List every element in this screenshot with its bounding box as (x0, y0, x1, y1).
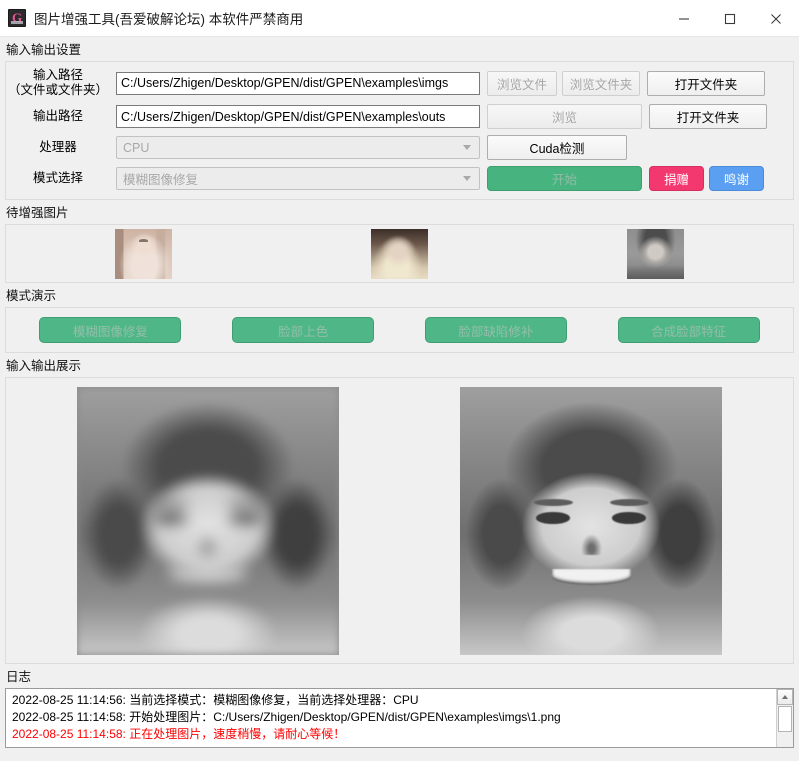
input-path-label-line2: （文件或文件夹） (6, 83, 110, 98)
minimize-button[interactable] (661, 0, 707, 37)
log-line: 2022-08-25 11:14:56: 当前选择模式：模糊图像修复，当前选择处… (12, 692, 772, 709)
output-path-field[interactable] (116, 105, 480, 128)
processor-row: 处理器 CPU Cuda检测 (6, 135, 793, 160)
main-content: 输入输出设置 输入路径 （文件或文件夹） 浏览文件 浏览文件夹 打开文件夹 输出… (0, 37, 799, 761)
browse-output-button[interactable]: 浏览 (487, 104, 642, 129)
io-display-panel (5, 377, 794, 664)
input-image-preview[interactable] (77, 387, 339, 655)
mouth (552, 569, 631, 585)
mode-value: 模糊图像修复 (117, 169, 198, 188)
browse-folder-button[interactable]: 浏览文件夹 (562, 71, 640, 96)
io-display-title: 输入输出展示 (0, 353, 799, 377)
demo-cell: 模糊图像修复 (14, 317, 207, 343)
io-settings-title: 输入输出设置 (0, 37, 799, 61)
donate-button[interactable]: 捐赠 (649, 166, 704, 191)
demo-cell: 脸部上色 (207, 317, 400, 343)
eye-left (536, 512, 570, 523)
window-title: 图片增强工具(吾爱破解论坛) 本软件严禁商用 (34, 8, 303, 28)
maximize-button[interactable] (707, 0, 753, 37)
close-icon (770, 13, 782, 25)
brow-right (226, 499, 265, 506)
output-image-detail (460, 387, 722, 655)
thumbnail-2[interactable] (371, 229, 428, 279)
demo-cell: 脸部缺陷修补 (400, 317, 593, 343)
log-panel: 2022-08-25 11:14:56: 当前选择模式：模糊图像修复，当前选择处… (5, 688, 794, 748)
log-line-error: 2022-08-25 11:14:58: 正在处理图片，速度稍慢，请耐心等候！ (12, 726, 772, 743)
input-path-field[interactable] (116, 72, 480, 95)
eye-right (612, 512, 646, 523)
log-title: 日志 (0, 664, 799, 688)
eye-right (229, 512, 263, 523)
thumbnail-cell (16, 229, 272, 279)
output-path-label: 输出路径 (6, 109, 116, 124)
image-compare-area (6, 378, 793, 663)
mode-select[interactable]: 模糊图像修复 (116, 167, 480, 190)
io-settings-form: 输入路径 （文件或文件夹） 浏览文件 浏览文件夹 打开文件夹 输出路径 浏览 打… (6, 62, 793, 199)
io-settings-panel: 输入路径 （文件或文件夹） 浏览文件 浏览文件夹 打开文件夹 输出路径 浏览 打… (5, 61, 794, 200)
demo-button-face-synthesis[interactable]: 合成脸部特征 (618, 317, 760, 343)
chevron-up-icon (782, 695, 788, 699)
mode-row: 模式选择 模糊图像修复 开始 捐赠 鸣谢 (6, 166, 793, 191)
open-input-folder-button[interactable]: 打开文件夹 (647, 71, 765, 96)
log-text-area[interactable]: 2022-08-25 11:14:56: 当前选择模式：模糊图像修复，当前选择处… (6, 689, 776, 747)
demo-button-blur-restore[interactable]: 模糊图像修复 (39, 317, 181, 343)
log-line: 2022-08-25 11:14:58: 开始处理图片：C:/Users/Zhi… (12, 709, 772, 726)
close-button[interactable] (753, 0, 799, 37)
pending-images-title: 待增强图片 (0, 200, 799, 224)
thumbnail-3[interactable] (627, 229, 684, 279)
mouth (168, 569, 247, 585)
start-button[interactable]: 开始 (487, 166, 642, 191)
nose (197, 534, 218, 555)
processor-label: 处理器 (6, 140, 116, 155)
thumbnail-cell (272, 229, 528, 279)
brow-left (150, 499, 189, 506)
cuda-detect-button[interactable]: Cuda检测 (487, 135, 627, 160)
browse-file-button[interactable]: 浏览文件 (487, 71, 557, 96)
input-path-row: 输入路径 （文件或文件夹） 浏览文件 浏览文件夹 打开文件夹 (6, 68, 793, 98)
chevron-down-icon (463, 145, 471, 150)
mode-demo-panel: 模糊图像修复 脸部上色 脸部缺陷修补 合成脸部特征 (5, 307, 794, 353)
output-path-row: 输出路径 浏览 打开文件夹 (6, 104, 793, 129)
input-path-label-line1: 输入路径 (33, 68, 83, 82)
thanks-button[interactable]: 鸣谢 (709, 166, 764, 191)
thumbnail-strip (6, 225, 793, 282)
mode-demo-title: 模式演示 (0, 283, 799, 307)
demo-cell: 合成脸部特征 (592, 317, 785, 343)
processor-value: CPU (117, 141, 149, 155)
brow-right (610, 499, 649, 506)
scrollbar-thumb[interactable] (778, 706, 792, 732)
thumbnail-1[interactable] (115, 229, 172, 279)
thumbnail-cell (527, 229, 783, 279)
input-path-label: 输入路径 （文件或文件夹） (6, 68, 116, 98)
nose (581, 534, 602, 555)
mode-label: 模式选择 (6, 171, 116, 186)
demo-button-face-colorize[interactable]: 脸部上色 (232, 317, 374, 343)
app-logo-icon (8, 9, 26, 27)
window-controls (661, 0, 799, 36)
maximize-icon (724, 13, 736, 25)
demo-button-face-inpaint[interactable]: 脸部缺陷修补 (425, 317, 567, 343)
scroll-up-button[interactable] (777, 689, 793, 705)
processor-select[interactable]: CPU (116, 136, 480, 159)
title-bar: 图片增强工具(吾爱破解论坛) 本软件严禁商用 (0, 0, 799, 37)
mode-demo-row: 模糊图像修复 脸部上色 脸部缺陷修补 合成脸部特征 (6, 308, 793, 352)
input-image-detail (77, 387, 339, 655)
open-output-folder-button[interactable]: 打开文件夹 (649, 104, 767, 129)
pending-images-panel (5, 224, 794, 283)
brow-left (534, 499, 573, 506)
eye-left (153, 512, 187, 523)
log-scrollbar[interactable] (776, 689, 793, 747)
output-image-preview[interactable] (460, 387, 722, 655)
minimize-icon (678, 13, 690, 25)
chevron-down-icon (463, 176, 471, 181)
